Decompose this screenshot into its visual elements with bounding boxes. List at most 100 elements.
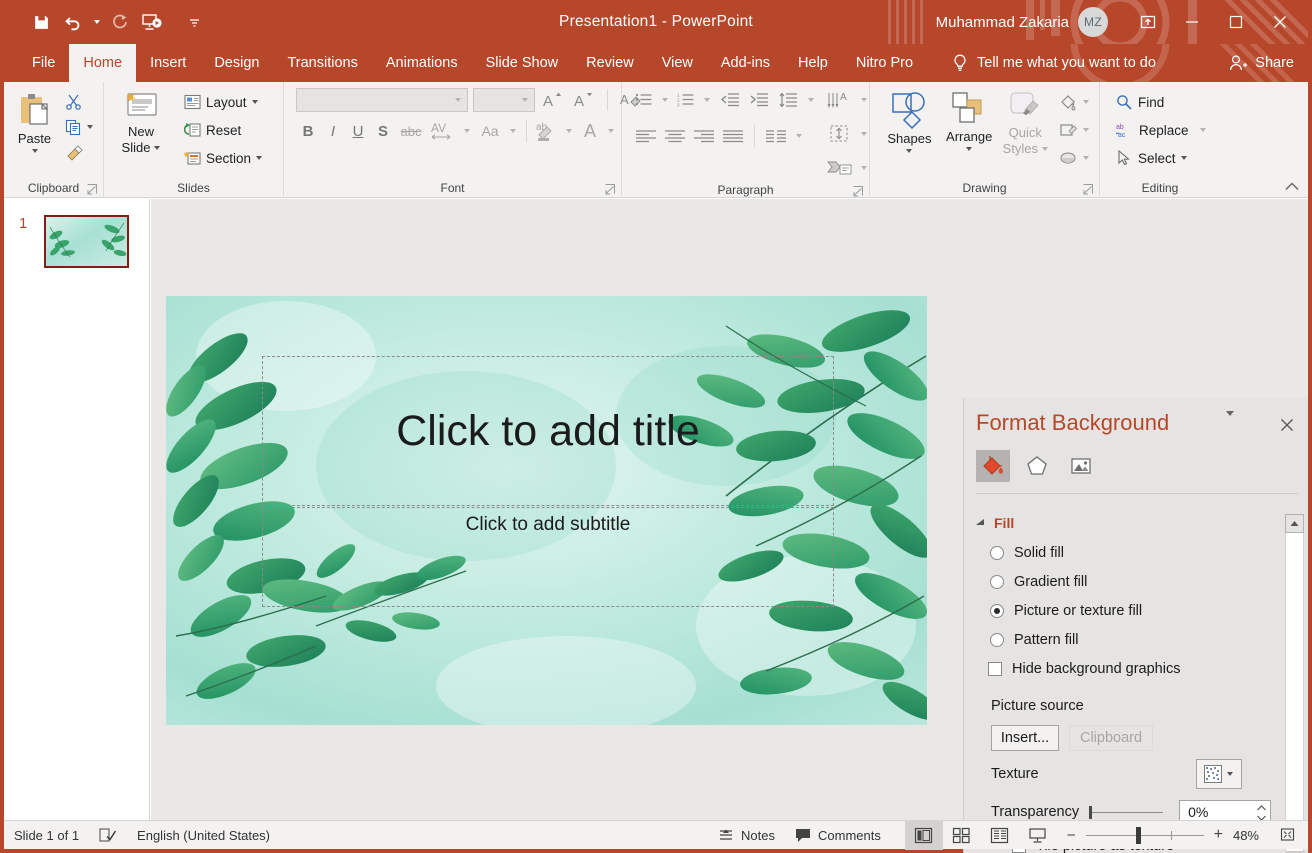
columns-dropdown-icon[interactable] bbox=[796, 134, 802, 138]
zoom-in-button[interactable]: + bbox=[1214, 826, 1223, 844]
line-spacing-button[interactable] bbox=[774, 87, 802, 112]
text-direction-button[interactable]: A bbox=[826, 87, 854, 112]
radio-solid-fill[interactable] bbox=[990, 546, 1004, 560]
shapes-dropdown-icon[interactable] bbox=[906, 149, 912, 153]
select-dropdown-icon[interactable] bbox=[1181, 156, 1187, 160]
layout-button[interactable]: Layout bbox=[178, 89, 268, 115]
share-button[interactable]: Share bbox=[1229, 44, 1294, 82]
spinner-up-icon[interactable] bbox=[1257, 805, 1266, 811]
clipboard-dialog-launcher-icon[interactable] bbox=[87, 184, 98, 195]
font-size-dropdown-icon[interactable] bbox=[522, 98, 528, 102]
numbering-dropdown-icon[interactable] bbox=[704, 98, 710, 102]
justify-button[interactable] bbox=[719, 123, 747, 148]
text-direction-dropdown-icon[interactable] bbox=[861, 98, 867, 102]
tab-design[interactable]: Design bbox=[200, 44, 273, 82]
slide-count[interactable]: Slide 1 of 1 bbox=[4, 821, 89, 850]
option-pattern-fill[interactable]: Pattern fill bbox=[964, 625, 1294, 654]
shapes-button[interactable]: Shapes bbox=[880, 87, 939, 153]
strikethrough-button[interactable]: abc bbox=[396, 118, 426, 144]
drawing-dialog-launcher-icon[interactable] bbox=[1083, 184, 1094, 195]
transparency-slider-thumb[interactable] bbox=[1089, 806, 1092, 819]
checkbox-hide-background-graphics[interactable] bbox=[988, 662, 1002, 676]
scroll-up-button[interactable] bbox=[1285, 514, 1304, 533]
arrange-button[interactable]: Arrange bbox=[939, 87, 1000, 151]
paste-button[interactable]: Paste bbox=[10, 87, 59, 153]
text-shadow-button[interactable]: S bbox=[371, 118, 395, 144]
section-button[interactable]: Section bbox=[178, 145, 268, 171]
account-name[interactable]: Muhammad Zakaria bbox=[936, 14, 1069, 31]
numbering-button[interactable]: 123 bbox=[674, 87, 698, 112]
tab-file[interactable]: File bbox=[18, 44, 69, 82]
quick-styles-dropdown-icon[interactable] bbox=[1042, 147, 1048, 151]
text-highlight-dropdown-icon[interactable] bbox=[566, 129, 572, 133]
select-button[interactable]: Select bbox=[1110, 145, 1212, 171]
change-case-button[interactable]: Aa bbox=[475, 118, 505, 144]
shape-effects-dropdown-icon[interactable] bbox=[1083, 156, 1089, 160]
fill-section-header[interactable]: Fill bbox=[974, 515, 1014, 531]
minimize-icon[interactable] bbox=[1170, 0, 1214, 44]
maximize-icon[interactable] bbox=[1214, 0, 1258, 44]
decrease-font-size-button[interactable]: A bbox=[571, 87, 597, 113]
tab-add-ins[interactable]: Add-ins bbox=[707, 44, 784, 82]
bold-button[interactable]: B bbox=[296, 118, 320, 144]
clipboard-button[interactable]: Clipboard bbox=[1069, 725, 1153, 751]
underline-button[interactable]: U bbox=[346, 118, 370, 144]
spell-check-button[interactable] bbox=[89, 821, 127, 850]
title-placeholder[interactable]: Click to add title bbox=[262, 356, 834, 506]
font-dialog-launcher-icon[interactable] bbox=[605, 184, 616, 195]
shape-effects-button[interactable] bbox=[1055, 145, 1093, 171]
align-left-button[interactable] bbox=[632, 123, 660, 148]
tab-view[interactable]: View bbox=[648, 44, 707, 82]
find-button[interactable]: Find bbox=[1110, 89, 1212, 115]
convert-smartart-dropdown-icon[interactable] bbox=[861, 166, 867, 170]
tab-review[interactable]: Review bbox=[572, 44, 648, 82]
increase-indent-button[interactable] bbox=[745, 87, 773, 112]
option-gradient-fill[interactable]: Gradient fill bbox=[964, 567, 1294, 596]
option-hide-background-graphics[interactable]: Hide background graphics bbox=[964, 654, 1294, 683]
text-highlight-button[interactable]: ab bbox=[533, 118, 561, 144]
character-spacing-dropdown-icon[interactable] bbox=[464, 129, 470, 133]
fit-slide-button[interactable] bbox=[1269, 821, 1308, 850]
close-icon[interactable] bbox=[1258, 0, 1302, 44]
view-reading-button[interactable] bbox=[981, 821, 1019, 850]
tab-slide-show[interactable]: Slide Show bbox=[472, 44, 573, 82]
tab-insert[interactable]: Insert bbox=[136, 44, 200, 82]
align-right-button[interactable] bbox=[690, 123, 718, 148]
quick-styles-button[interactable]: Quick Styles bbox=[1000, 87, 1051, 156]
line-spacing-dropdown-icon[interactable] bbox=[808, 98, 814, 102]
panel-menu-button[interactable] bbox=[1226, 416, 1234, 434]
collapse-ribbon-button[interactable] bbox=[1284, 178, 1300, 194]
texture-dropdown-icon[interactable] bbox=[1227, 772, 1233, 776]
list-item[interactable] bbox=[44, 215, 129, 268]
zoom-out-button[interactable]: − bbox=[1067, 827, 1076, 844]
comments-button[interactable]: Comments bbox=[785, 821, 891, 850]
option-solid-fill[interactable]: Solid fill bbox=[964, 538, 1294, 567]
cut-button[interactable] bbox=[61, 89, 97, 113]
columns-button[interactable] bbox=[762, 123, 790, 148]
view-slide-sorter-button[interactable] bbox=[943, 821, 981, 850]
copy-button[interactable] bbox=[61, 115, 97, 139]
new-slide-dropdown-icon[interactable] bbox=[154, 146, 160, 150]
increase-font-size-button[interactable]: A bbox=[540, 87, 566, 113]
tab-nitro-pro[interactable]: Nitro Pro bbox=[842, 44, 927, 82]
view-slideshow-button[interactable] bbox=[1019, 821, 1057, 850]
insert-button[interactable]: Insert... bbox=[991, 725, 1059, 751]
transparency-slider[interactable] bbox=[1091, 812, 1163, 813]
bullets-dropdown-icon[interactable] bbox=[662, 98, 668, 102]
decrease-indent-button[interactable] bbox=[716, 87, 744, 112]
view-normal-button[interactable] bbox=[905, 821, 943, 850]
reset-button[interactable]: Reset bbox=[178, 117, 268, 143]
character-spacing-button[interactable]: AV bbox=[427, 118, 459, 144]
zoom-control[interactable]: − + 48% bbox=[1057, 821, 1269, 850]
notes-button[interactable]: Notes bbox=[708, 821, 785, 850]
option-picture-or-texture-fill[interactable]: Picture or texture fill bbox=[964, 596, 1294, 625]
font-color-button[interactable]: A bbox=[577, 118, 603, 144]
restore-up-icon[interactable] bbox=[1126, 0, 1170, 44]
copy-dropdown-icon[interactable] bbox=[87, 125, 93, 129]
tab-fill[interactable] bbox=[976, 450, 1010, 482]
layout-dropdown-icon[interactable] bbox=[252, 100, 258, 104]
format-painter-button[interactable] bbox=[61, 141, 97, 165]
zoom-slider-thumb[interactable] bbox=[1136, 827, 1141, 844]
change-case-dropdown-icon[interactable] bbox=[510, 129, 516, 133]
replace-button[interactable]: abac Replace bbox=[1110, 117, 1212, 143]
